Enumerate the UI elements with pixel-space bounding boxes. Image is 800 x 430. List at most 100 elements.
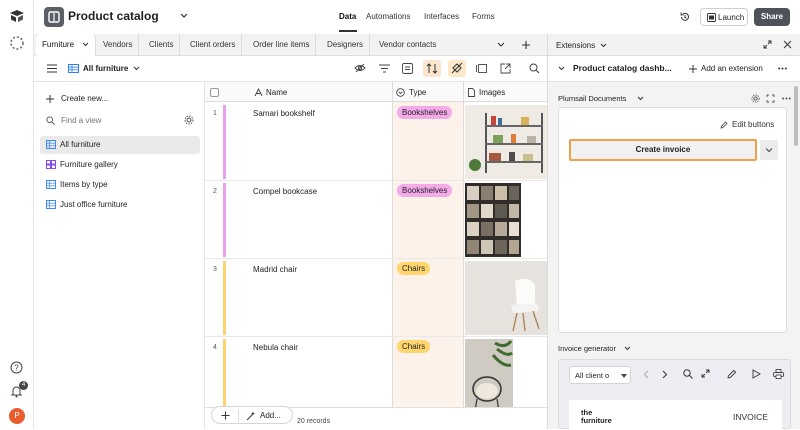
chevron-down-icon[interactable] bbox=[637, 96, 644, 101]
edit-pencil-icon[interactable] bbox=[727, 369, 737, 379]
record-name[interactable]: Samari bookshelf bbox=[253, 109, 315, 118]
loading-spinner-icon bbox=[9, 35, 25, 51]
record-name[interactable]: Compel bookcase bbox=[253, 187, 317, 196]
create-invoice-button[interactable]: Create invoice bbox=[569, 139, 757, 161]
create-invoice-dropdown[interactable] bbox=[760, 140, 778, 160]
avatar[interactable]: P bbox=[9, 408, 25, 424]
left-rail: ? 4 P bbox=[0, 0, 34, 429]
settings-icon[interactable] bbox=[751, 94, 760, 103]
group-icon[interactable] bbox=[402, 63, 413, 74]
view-item-label: Furniture gallery bbox=[60, 160, 118, 169]
client-select[interactable]: All client o bbox=[569, 366, 631, 384]
expand-icon[interactable] bbox=[701, 369, 710, 378]
zoom-search-icon[interactable] bbox=[683, 369, 693, 379]
nav-interfaces[interactable]: Interfaces bbox=[424, 12, 459, 21]
filter-icon[interactable] bbox=[379, 64, 390, 73]
next-icon[interactable] bbox=[662, 370, 668, 379]
view-switcher-label[interactable]: All furniture bbox=[83, 64, 128, 73]
type-pill[interactable]: Chairs bbox=[397, 262, 431, 275]
chevron-down-icon[interactable] bbox=[133, 66, 140, 71]
print-icon[interactable] bbox=[773, 369, 784, 379]
plumsail-title[interactable]: Plumsail Documents bbox=[558, 94, 626, 103]
chevron-down-icon[interactable] bbox=[558, 66, 565, 71]
share-view-icon[interactable] bbox=[500, 63, 511, 74]
panel-scrollbar[interactable] bbox=[794, 86, 798, 146]
color-bar bbox=[223, 339, 226, 413]
more-options-icon[interactable] bbox=[782, 97, 791, 100]
tab-client-orders[interactable]: Client orders bbox=[184, 34, 243, 56]
dashboard-title[interactable]: Product catalog dashb... bbox=[573, 63, 672, 73]
play-icon[interactable] bbox=[752, 369, 761, 379]
column-header-name[interactable]: Name bbox=[266, 88, 287, 97]
invoice-preview: the furniture INVOICE bbox=[569, 400, 782, 430]
image-thumbnail[interactable] bbox=[465, 261, 547, 335]
select-all-checkbox[interactable] bbox=[210, 88, 219, 97]
image-thumbnail[interactable] bbox=[465, 183, 521, 257]
type-pill[interactable]: Chairs bbox=[397, 340, 431, 353]
table-row[interactable]: 4 Nebula chair Chairs bbox=[205, 337, 547, 415]
chevron-down-icon[interactable] bbox=[600, 43, 607, 48]
tab-order-line-items[interactable]: Order line items bbox=[247, 34, 317, 56]
nav-forms[interactable]: Forms bbox=[472, 12, 495, 21]
find-view-input[interactable]: Find a view bbox=[61, 116, 181, 125]
add-extension-button[interactable]: Add an extension bbox=[701, 64, 763, 73]
add-with-ai-button[interactable]: Add... bbox=[260, 411, 281, 420]
table-row[interactable]: 3 Madrid chair Chairs bbox=[205, 259, 547, 337]
views-sidebar: Create new... Find a view All furniture … bbox=[34, 82, 205, 429]
nav-data[interactable]: Data bbox=[339, 12, 356, 21]
view-item-label: Items by type bbox=[60, 180, 108, 189]
view-settings-gear-icon[interactable] bbox=[184, 115, 194, 125]
share-button[interactable]: Share bbox=[754, 8, 790, 26]
expand-icon[interactable] bbox=[763, 40, 772, 49]
tab-furniture[interactable]: Furniture bbox=[36, 34, 96, 56]
tab-designers[interactable]: Designers bbox=[321, 34, 371, 56]
nav-automations[interactable]: Automations bbox=[366, 12, 410, 21]
view-item-all-furniture[interactable]: All furniture bbox=[40, 136, 200, 154]
image-thumbnail[interactable] bbox=[465, 105, 547, 179]
type-pill[interactable]: Bookshelves bbox=[397, 184, 453, 197]
chevron-down-icon[interactable] bbox=[624, 346, 631, 351]
add-record-plus-icon[interactable] bbox=[221, 411, 230, 420]
color-icon[interactable] bbox=[448, 60, 466, 77]
more-tables-chevron-icon[interactable] bbox=[497, 42, 505, 48]
edit-buttons-link[interactable]: Edit buttons bbox=[732, 120, 774, 129]
create-new-button[interactable]: Create new... bbox=[46, 93, 196, 107]
view-item-furniture-gallery[interactable]: Furniture gallery bbox=[40, 156, 200, 174]
airtable-logo-icon[interactable] bbox=[9, 9, 25, 23]
tab-vendors[interactable]: Vendors bbox=[97, 34, 140, 56]
column-header-images[interactable]: Images bbox=[479, 88, 505, 97]
sort-icon[interactable] bbox=[423, 60, 441, 77]
history-icon[interactable] bbox=[679, 11, 691, 23]
row-height-icon[interactable] bbox=[476, 64, 487, 73]
view-item-items-by-type[interactable]: Items by type bbox=[40, 176, 200, 194]
table-row[interactable]: 2 Compel bookcase Bookshelves bbox=[205, 181, 547, 259]
help-icon[interactable]: ? bbox=[10, 361, 23, 374]
column-header-type[interactable]: Type bbox=[409, 88, 426, 97]
record-name[interactable]: Madrid chair bbox=[253, 265, 297, 274]
extensions-title[interactable]: Extensions bbox=[556, 41, 595, 50]
launch-button[interactable]: Launch bbox=[700, 8, 748, 26]
type-pill[interactable]: Bookshelves bbox=[397, 106, 453, 119]
tab-clients[interactable]: Clients bbox=[143, 34, 181, 56]
base-title[interactable]: Product catalog bbox=[68, 9, 159, 23]
invoice-generator-title[interactable]: Invoice generator bbox=[558, 344, 616, 353]
hide-fields-icon[interactable] bbox=[354, 63, 366, 73]
record-name[interactable]: Nebula chair bbox=[253, 343, 298, 352]
text-field-icon bbox=[254, 88, 263, 97]
nav-data-underline bbox=[339, 30, 357, 32]
close-icon[interactable] bbox=[783, 40, 792, 49]
gallery-view-icon bbox=[46, 160, 56, 169]
base-icon[interactable] bbox=[44, 7, 64, 27]
view-item-just-office-furniture[interactable]: Just office furniture bbox=[40, 196, 200, 214]
fullscreen-icon[interactable] bbox=[766, 94, 775, 103]
image-thumbnail[interactable] bbox=[465, 339, 513, 413]
table-row[interactable]: 1 Samari bookshelf Bookshelves bbox=[205, 103, 547, 181]
search-icon[interactable] bbox=[529, 63, 540, 74]
chevron-down-icon[interactable] bbox=[82, 42, 89, 47]
previous-icon[interactable] bbox=[643, 370, 649, 379]
chevron-down-icon[interactable] bbox=[180, 13, 188, 19]
add-table-plus-icon[interactable] bbox=[521, 40, 531, 50]
hamburger-menu-icon[interactable] bbox=[47, 64, 57, 73]
more-options-icon[interactable] bbox=[778, 67, 787, 70]
tab-vendor-contacts[interactable]: Vendor contacts bbox=[373, 34, 442, 56]
